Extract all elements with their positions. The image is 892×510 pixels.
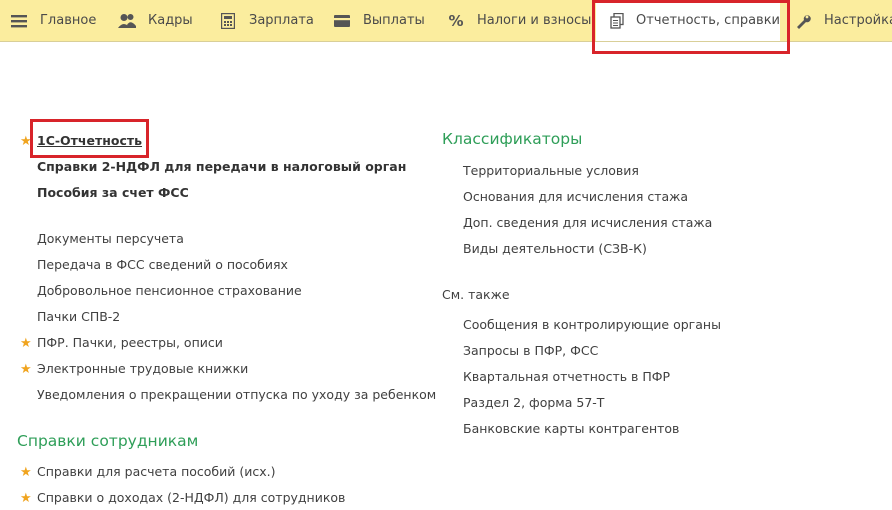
link-territorial-conditions[interactable]: Территориальные условия — [463, 163, 639, 178]
link-experience-grounds[interactable]: Основания для исчисления стажа — [463, 189, 688, 204]
tab-label: Выплаты — [363, 13, 425, 28]
documents-icon — [610, 12, 624, 30]
link-spv2-packs[interactable]: Пачки СПВ-2 — [37, 309, 120, 324]
link-leave-notices[interactable]: Уведомления о прекращении отпуска по ухо… — [37, 387, 436, 402]
section-tab-bar: Главное Кадры Зарплата Выплаты % Налоги … — [0, 0, 892, 42]
tab-payments[interactable]: Выплаты — [333, 0, 425, 41]
percent-icon: % — [448, 11, 464, 30]
link-fss-benefits[interactable]: Пособия за счет ФСС — [37, 185, 189, 200]
see-also-heading: См. также — [442, 287, 510, 302]
card-icon — [333, 12, 351, 30]
link-pfr-fss-requests[interactable]: Запросы в ПФР, ФСС — [463, 343, 598, 358]
tab-personnel[interactable]: Кадры — [118, 0, 193, 41]
link-bank-cards[interactable]: Банковские карты контрагентов — [463, 421, 679, 436]
tab-reports[interactable]: Отчетность, справки — [596, 0, 780, 41]
tab-main[interactable]: Главное — [10, 0, 96, 41]
link-form-57t[interactable]: Раздел 2, форма 57-Т — [463, 395, 604, 410]
menu-icon — [10, 12, 28, 30]
tab-label: Отчетность, справки — [636, 13, 780, 28]
wrench-icon — [794, 12, 812, 30]
tab-label: Главное — [40, 13, 97, 28]
calculator-icon — [219, 12, 237, 30]
tab-label: Кадры — [148, 13, 193, 28]
link-benefit-certificates[interactable]: Справки для расчета пособий (исх.) — [37, 464, 275, 479]
link-pfr-packs[interactable]: ПФР. Пачки, реестры, описи — [37, 335, 223, 350]
link-voluntary-pension[interactable]: Добровольное пенсионное страхование — [37, 283, 302, 298]
tab-label: Настройка — [824, 13, 892, 28]
section-title-classifiers: Классификаторы — [442, 130, 583, 148]
star-icon: ★ — [20, 491, 32, 506]
tab-label: Зарплата — [249, 13, 314, 28]
link-personal-records[interactable]: Документы персучета — [37, 231, 184, 246]
star-icon: ★ — [20, 362, 32, 377]
star-icon: ★ — [20, 336, 32, 351]
link-income-certificates[interactable]: Справки о доходах (2-НДФЛ) для сотрудник… — [37, 490, 345, 505]
link-activity-types[interactable]: Виды деятельности (СЗВ-К) — [463, 241, 647, 256]
star-icon: ★ — [20, 134, 32, 149]
tab-settings[interactable]: Настройка — [794, 0, 892, 41]
star-icon: ★ — [20, 465, 32, 480]
link-experience-extra[interactable]: Доп. сведения для исчисления стажа — [463, 215, 712, 230]
link-fss-transfer[interactable]: Передача в ФСС сведений о пособиях — [37, 257, 288, 272]
link-1c-reporting[interactable]: 1С-Отчетность — [37, 133, 142, 148]
link-2ndfl-tax[interactable]: Справки 2-НДФЛ для передачи в налоговый … — [37, 159, 406, 174]
tab-label: Налоги и взносы — [477, 13, 592, 28]
section-title-employee-certificates: Справки сотрудникам — [17, 432, 199, 450]
tab-taxes[interactable]: % Налоги и взносы — [447, 0, 591, 41]
link-electronic-workbooks[interactable]: Электронные трудовые книжки — [37, 361, 248, 376]
people-icon — [118, 12, 136, 30]
link-regulator-messages[interactable]: Сообщения в контролирующие органы — [463, 317, 721, 332]
tab-salary[interactable]: Зарплата — [219, 0, 314, 41]
link-quarterly-pfr[interactable]: Квартальная отчетность в ПФР — [463, 369, 670, 384]
